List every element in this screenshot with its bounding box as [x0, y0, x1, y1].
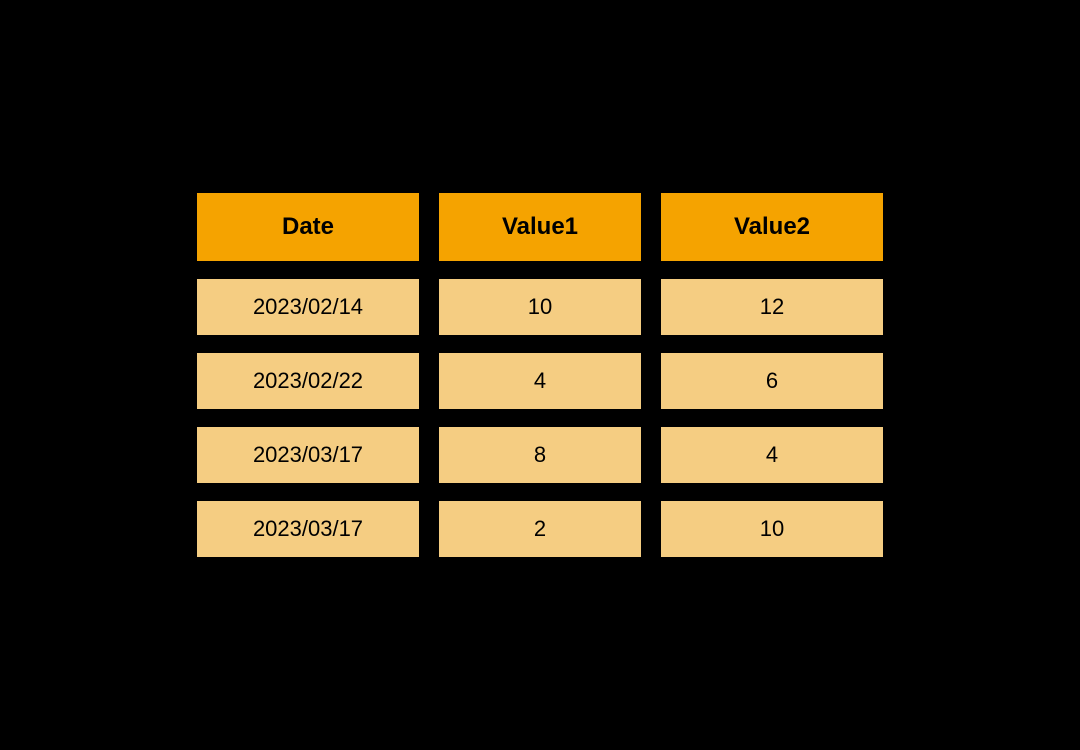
- table-row: 2023/02/14 10 12: [197, 279, 883, 335]
- table-row: 2023/03/17 8 4: [197, 427, 883, 483]
- header-value2: Value2: [661, 193, 883, 261]
- cell-value1: 4: [439, 353, 641, 409]
- data-table: Date Value1 Value2 2023/02/14 10 12 2023…: [177, 193, 903, 557]
- cell-value2: 4: [661, 427, 883, 483]
- cell-date: 2023/03/17: [197, 501, 419, 557]
- table-header-row: Date Value1 Value2: [197, 193, 883, 261]
- cell-date: 2023/02/22: [197, 353, 419, 409]
- table-row: 2023/02/22 4 6: [197, 353, 883, 409]
- header-value1: Value1: [439, 193, 641, 261]
- cell-value1: 10: [439, 279, 641, 335]
- cell-value2: 10: [661, 501, 883, 557]
- cell-value1: 2: [439, 501, 641, 557]
- cell-value2: 6: [661, 353, 883, 409]
- cell-date: 2023/02/14: [197, 279, 419, 335]
- cell-date: 2023/03/17: [197, 427, 419, 483]
- table-row: 2023/03/17 2 10: [197, 501, 883, 557]
- cell-value2: 12: [661, 279, 883, 335]
- cell-value1: 8: [439, 427, 641, 483]
- header-date: Date: [197, 193, 419, 261]
